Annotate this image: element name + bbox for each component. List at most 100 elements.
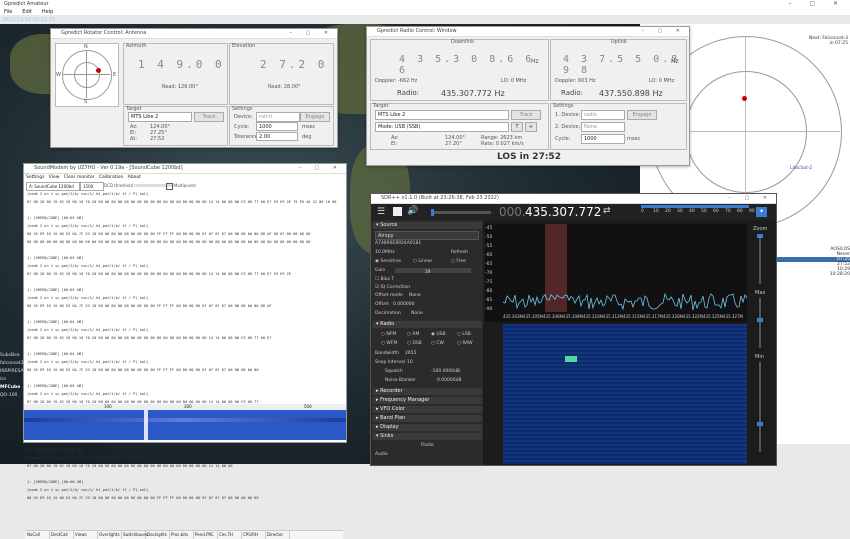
min-slider[interactable] — [757, 362, 763, 452]
sat-list-item[interactable]: SubsBea — [0, 352, 24, 360]
section-recorder[interactable]: ▸ Recorder — [373, 388, 482, 395]
window-controls[interactable]: – ▢ ✕ — [788, 0, 846, 7]
sm-menu-settings[interactable]: Settings — [26, 175, 44, 180]
sensitive-radio[interactable]: ◉ Sensitive — [375, 259, 401, 264]
radio-mode-select[interactable]: Mode: USB (SSB) — [375, 122, 509, 132]
stop-icon[interactable] — [393, 207, 402, 216]
sm-menu-clear[interactable]: Clear monitor — [64, 175, 95, 180]
rot-cycle-input[interactable]: 1000 — [256, 122, 298, 131]
sm-column-header[interactable]: CPS/RH — [241, 531, 266, 539]
radio-dev2-select[interactable]: None — [581, 122, 625, 132]
sm-column-header[interactable]: Pend.PRC — [193, 531, 218, 539]
offset-mode-select[interactable]: None — [409, 293, 421, 298]
menu-file[interactable]: File — [4, 9, 12, 15]
sdr-freq-display[interactable]: 435.307.772 — [525, 205, 601, 219]
menu-icon[interactable]: ☰ — [377, 207, 385, 217]
mode-lsb[interactable]: ○ LSB — [457, 332, 471, 337]
section-display[interactable]: ▸ Display — [373, 424, 482, 431]
sm-multipoint-checkbox[interactable] — [166, 183, 173, 190]
sm-mode-select[interactable]: A: SoundCube 1200bd — [26, 182, 80, 191]
section-radio[interactable]: ▾ Radio — [373, 321, 482, 328]
snap-input[interactable]: 10 — [407, 360, 413, 365]
gain-slider[interactable]: 19 — [395, 268, 471, 274]
sm-column-header[interactable]: Ces.TH — [217, 531, 242, 539]
sm-column-header[interactable]: Views — [73, 531, 98, 539]
bandwidth-input[interactable]: 2655 — [405, 351, 416, 356]
sm-menu-calibration[interactable]: Calibration — [99, 175, 123, 180]
sat-marker[interactable] — [742, 96, 747, 101]
section-band-plan[interactable]: ▸ Band Plan — [373, 415, 482, 422]
radio-plus-button[interactable]: + — [525, 122, 537, 132]
radio-engage-button[interactable]: Engage — [627, 110, 657, 120]
sm-column-header[interactable]: Dockights — [145, 531, 170, 539]
radio-dev1-select[interactable]: radio — [581, 110, 625, 120]
radio-target-select[interactable]: MTS Libe 2 — [375, 110, 509, 120]
mode-raw[interactable]: ○ RAW — [457, 341, 473, 346]
rot-device-select[interactable]: rotctl — [256, 112, 300, 122]
radio-track-button[interactable]: Track — [511, 110, 541, 120]
sat-list-item[interactable]: QO-100 — [0, 392, 24, 400]
menu-help[interactable]: Help — [42, 9, 53, 15]
iq-checkbox[interactable]: ☑ IQ Correction — [375, 285, 410, 290]
rotator-titlebar[interactable]: Gpredict Rotator Control: Antenna – ▢ ✕ — [51, 29, 337, 39]
decimation-select[interactable]: None — [411, 311, 423, 316]
sm-waterfall[interactable]: 100 300 500 — [24, 404, 346, 440]
sdr-window-controls[interactable]: – ▢ ✕ — [728, 194, 773, 203]
sm-column-header[interactable]: Director — [265, 531, 290, 539]
sm-freq-input[interactable]: 1500 — [80, 182, 104, 191]
azimuth-digits[interactable]: 1 4 9.0 0 — [138, 58, 225, 71]
sm-menu-about[interactable]: About — [128, 175, 141, 180]
serial-select[interactable]: A74890E8924A0181 — [375, 241, 421, 246]
sat-list-item[interactable]: falconsat3 — [0, 360, 24, 368]
rot-tolerance-input[interactable]: 2.00 — [256, 132, 298, 141]
sm-column-header[interactable]: Switchbuses — [121, 531, 148, 539]
soundmodem-titlebar[interactable]: SoundModem by UZ7HO - Ver 0.19a - [Sound… — [24, 164, 346, 174]
mode-am[interactable]: ○ AM — [407, 332, 419, 337]
menu-edit[interactable]: Edit — [22, 9, 32, 15]
zoom-slider[interactable] — [757, 234, 763, 284]
section-vfo-color[interactable]: ▸ VFO Color — [373, 406, 482, 413]
linear-radio[interactable]: ○ Linear — [413, 259, 432, 264]
source-select[interactable]: Airspy — [375, 231, 479, 240]
sdr-waterfall[interactable] — [503, 324, 747, 464]
soundmodem-window-controls[interactable]: – ▢ ✕ — [298, 164, 343, 173]
rotator-window-controls[interactable]: – ▢ ✕ — [289, 29, 334, 38]
radio-cycle-input[interactable]: 1000 — [581, 134, 625, 144]
sat-list-item[interactable]: iss — [0, 376, 24, 384]
sat-list-item[interactable]: INSPIRESAT — [0, 368, 26, 376]
samplerate-select[interactable]: 10.0MHz — [375, 250, 395, 255]
volume-slider[interactable] — [431, 209, 491, 216]
bias-checkbox[interactable]: ☐ Bias T — [375, 277, 394, 282]
sm-monitor[interactable]: [node 2 on 1 sc_pat/1/b/ vsn/1/ bt_paf/1… — [25, 192, 343, 528]
section-sinks[interactable]: ▾ Sinks — [373, 433, 482, 440]
mode-dsb[interactable]: ○ DSB — [407, 341, 422, 346]
offset-input[interactable]: 0.000000 — [393, 302, 414, 307]
sm-column-header[interactable]: NoCall — [25, 531, 50, 539]
radio-window-controls[interactable]: – ▢ ✕ — [641, 27, 686, 36]
rot-engage-button[interactable]: Engage — [300, 112, 330, 122]
radio-t-button[interactable]: T — [511, 122, 523, 132]
fft-spectrum[interactable]: -45 -50 -55 -60 -65 -70 -75 -80 -85 -90 435.303M 4… — [485, 224, 747, 322]
tune-icon[interactable]: ⇄ — [603, 206, 611, 216]
sm-column-header[interactable]: Proc.bits — [169, 531, 194, 539]
aos-row[interactable]: 10:28:20 — [770, 272, 850, 277]
volume-icon[interactable]: 🔊 — [407, 206, 418, 216]
rotator-target-select[interactable]: MTS Libe 2 — [128, 112, 192, 122]
mode-wfm[interactable]: ○ WFM — [381, 341, 397, 346]
mode-cw[interactable]: ○ CW — [431, 341, 444, 346]
noise-blanker-slider[interactable]: 0.00000dB — [437, 378, 462, 383]
downlink-digits[interactable]: 4 3 5.3 0 8.6 6 6 — [399, 54, 548, 76]
refresh-button[interactable]: Refresh — [451, 250, 468, 255]
mode-nfm[interactable]: ○ NFM — [381, 332, 396, 337]
squelch-slider[interactable]: -100.0000dB — [431, 369, 460, 374]
elevation-digits[interactable]: 2 7.2 0 — [260, 58, 327, 71]
radio-titlebar[interactable]: Gpredict Radio Control: Window – ▢ ✕ — [367, 27, 689, 37]
section-source[interactable]: ▾ Source — [373, 222, 482, 229]
sdr-titlebar[interactable]: SDR++ v1.1.0 (Built at 23:26:38, Feb 23 … — [371, 194, 776, 204]
sat-list-item[interactable]: MFCube — [0, 384, 24, 392]
sm-menu-view[interactable]: View — [49, 175, 60, 180]
rotator-track-button[interactable]: Track — [194, 112, 224, 122]
free-radio[interactable]: ○ Free — [451, 259, 466, 264]
uplink-digits[interactable]: 4 3 7.5 5 0.8 9 8 — [563, 54, 686, 76]
mode-usb[interactable]: ◉ USB — [431, 332, 446, 337]
